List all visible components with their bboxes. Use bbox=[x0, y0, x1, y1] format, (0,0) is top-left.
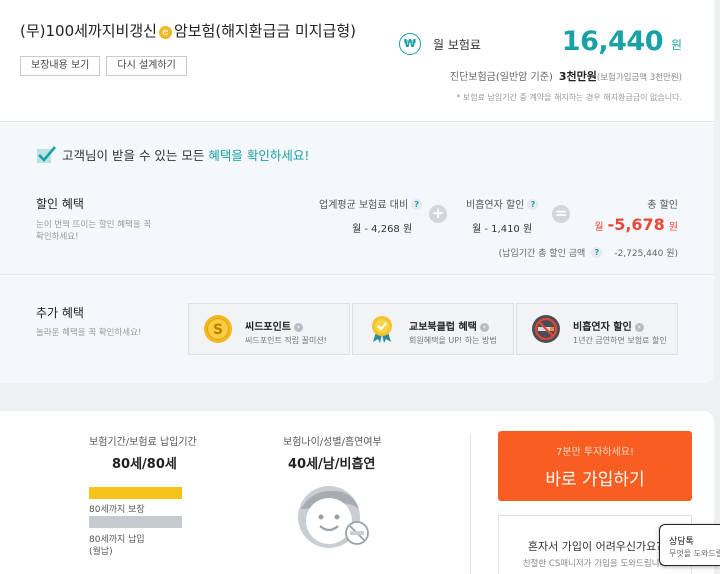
product-title-suffix: 암보험(해지환급금 미지급형) bbox=[173, 22, 357, 40]
benefit-desc: 1년간 금연하면 보험료 할인 bbox=[573, 336, 667, 345]
extra-benefit-title: 추가 혜택 bbox=[36, 306, 84, 320]
industry-discount-value: 월 - 4,268 원 bbox=[352, 224, 413, 235]
industry-discount-label: 업계평균 보험료 대비? bbox=[319, 196, 423, 211]
benefits-headline: 고객님이 받을 수 있는 모든 혜택을 확인하세요! bbox=[36, 145, 309, 164]
nonsmoker-discount-label-text: 비흡연자 할인 bbox=[466, 200, 525, 211]
total-discount-number: -5,678 bbox=[607, 215, 665, 234]
total-discount-prefix: 월 bbox=[594, 222, 604, 233]
apply-now-label: 바로 가입하기 bbox=[545, 470, 645, 490]
view-coverage-button[interactable]: 보장내용 보기 bbox=[20, 56, 101, 76]
product-title: (무)100세까지비갱신 e 암보험(해지환급금 미지급형) bbox=[20, 20, 356, 41]
apply-now-button[interactable]: 7분만 투자하세요! 바로 가입하기 bbox=[498, 431, 692, 501]
premium-label: 월 보험료 bbox=[433, 38, 481, 52]
period-total-label: (납입기간 총 할인 금액 bbox=[498, 249, 586, 259]
benefit-card-nonsmoker[interactable]: 비흡연자 할인 › 1년간 금연하면 보험료 할인 bbox=[516, 303, 678, 355]
plus-icon: + bbox=[429, 205, 447, 223]
discount-title: 할인 혜택 bbox=[36, 197, 84, 211]
benefits-headline-text: 고객님이 받을 수 있는 모든 혜택을 확인하세요! bbox=[62, 145, 309, 164]
no-smoking-icon bbox=[531, 314, 561, 344]
insured-amount-value: 3천만원 bbox=[558, 70, 597, 83]
avatar-icon bbox=[297, 483, 369, 551]
benefit-card-bookclub[interactable]: 교보북클럽 혜택 › 회원혜택을 UP! 하는 방법 bbox=[352, 303, 514, 355]
benefit-name: 씨드포인트 › bbox=[245, 318, 303, 333]
total-discount-label: 총 할인 bbox=[647, 200, 678, 211]
help-icon[interactable]: ? bbox=[411, 199, 423, 210]
industry-discount-label-text: 업계평균 보험료 대비 bbox=[319, 200, 409, 211]
chat-title: 상담톡 bbox=[669, 537, 694, 547]
benefit-name: 교보북클럽 혜택 › bbox=[409, 318, 489, 333]
benefit-card-seedpoint[interactable]: S 씨드포인트 › 씨드포인트 적립 꿀미션! bbox=[188, 303, 350, 355]
period-total-value: -2,725,440 원) bbox=[614, 249, 678, 259]
premium-unit: 원 bbox=[670, 38, 682, 52]
help-icon[interactable]: ? bbox=[527, 199, 539, 210]
equals-icon: = bbox=[552, 205, 570, 223]
medal-icon bbox=[367, 314, 397, 344]
coverage-period-bar bbox=[89, 487, 182, 499]
nonsmoker-discount-label: 비흡연자 할인? bbox=[466, 196, 539, 211]
product-actions: 보장내용 보기 다시 설계하기 bbox=[20, 56, 187, 76]
insured-amount: 진단보험금(일반암 기준) 3천만원(보험가입금액 3천만원) bbox=[450, 68, 682, 84]
benefit-desc: 씨드포인트 적립 꿀미션! bbox=[245, 336, 327, 345]
period-label: 보험기간/보험료 납입기간 bbox=[89, 437, 197, 448]
benefit-name-text: 씨드포인트 bbox=[245, 322, 291, 333]
quote-card: (무)100세까지비갱신 e 암보험(해지환급금 미지급형) 보장내용 보기 다시 … bbox=[0, 0, 714, 383]
chevron-right-icon: › bbox=[634, 323, 644, 332]
nonsmoker-discount-value: 월 - 1,410 원 bbox=[472, 224, 533, 235]
premium-note: * 보험료 납입기간 중 계약을 해지하는 경우 해지환급금이 없습니다. bbox=[456, 93, 682, 102]
plan-summary-card: 보험기간/보험료 납입기간 80세/80세 80세까지 보장 80세까지 납입 … bbox=[0, 411, 714, 574]
column-divider bbox=[470, 433, 471, 574]
insured-amount-label: 진단보험금(일반암 기준) bbox=[449, 72, 553, 83]
period-total-discount: (납입기간 총 할인 금액? -2,725,440 원) bbox=[499, 246, 678, 259]
chevron-right-icon: › bbox=[479, 323, 489, 332]
total-discount-value: 월 -5,678 원 bbox=[594, 215, 678, 234]
extra-benefit-desc: 놀라운 혜택을 꼭 확인하세요! bbox=[36, 328, 142, 338]
benefit-desc: 회원혜택을 UP! 하는 방법 bbox=[409, 336, 497, 345]
product-title-prefix: (무)100세까지비갱신 bbox=[20, 22, 157, 40]
total-discount-unit: 원 bbox=[668, 222, 678, 233]
payment-bar-sub: (월납) bbox=[89, 547, 113, 557]
section-divider bbox=[0, 274, 714, 275]
discount-desc: 눈이 번쩍 뜨이는 할인 혜택을 꼭 확인하세요! bbox=[36, 220, 152, 242]
svg-text:S: S bbox=[213, 322, 223, 338]
coin-icon: e bbox=[158, 26, 172, 39]
period-value: 80세/80세 bbox=[112, 457, 177, 472]
help-icon[interactable]: ? bbox=[591, 247, 603, 258]
chat-widget[interactable]: 상담톡 무엇을 도와드릴까요 bbox=[659, 524, 720, 566]
benefit-name: 비흡연자 할인 › bbox=[573, 318, 644, 333]
seed-coin-icon: S bbox=[203, 314, 233, 344]
chevron-right-icon: › bbox=[294, 323, 303, 332]
redesign-button[interactable]: 다시 설계하기 bbox=[106, 56, 187, 76]
chat-desc: 무엇을 도와드릴까요 bbox=[669, 549, 720, 558]
benefits-section: 고객님이 받을 수 있는 모든 혜택을 확인하세요! 할인 혜택 눈이 번쩍 뜨… bbox=[0, 123, 714, 383]
coverage-bar-label: 80세까지 보장 bbox=[89, 505, 145, 515]
person-value: 40세/남/비흡연 bbox=[288, 457, 376, 472]
benefit-name-text: 교보북클럽 혜택 bbox=[409, 322, 477, 333]
payment-period-bar bbox=[89, 516, 182, 528]
premium-amount: 16,440 bbox=[561, 26, 664, 57]
benefit-name-text: 비흡연자 할인 bbox=[573, 322, 632, 333]
check-icon bbox=[36, 145, 56, 164]
person-label: 보험나이/성별/흡연여부 bbox=[283, 437, 382, 448]
insured-amount-sub: (보험가입금액 3천만원) bbox=[596, 73, 682, 83]
product-summary: (무)100세까지비갱신 e 암보험(해지환급금 미지급형) 보장내용 보기 다시 … bbox=[0, 0, 714, 122]
won-icon: ₩ bbox=[399, 33, 421, 55]
headline-text: 고객님이 받을 수 있는 모든 bbox=[62, 148, 205, 163]
headline-highlight: 혜택을 확인하세요! bbox=[208, 148, 310, 163]
apply-now-subtext: 7분만 투자하세요! bbox=[556, 447, 634, 458]
